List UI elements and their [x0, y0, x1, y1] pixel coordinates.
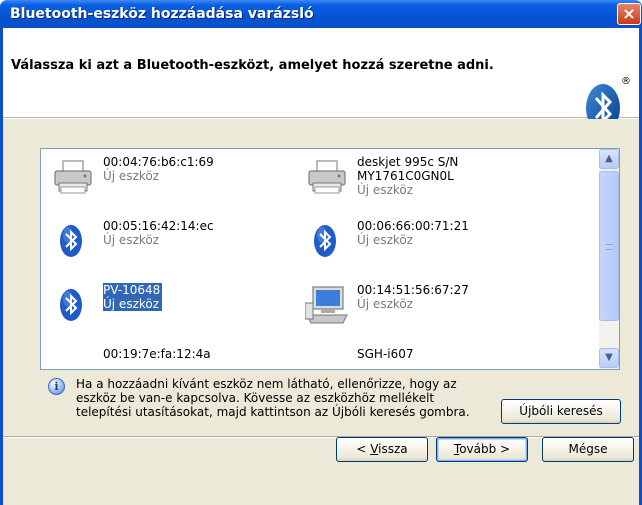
bluetooth-icon — [305, 221, 349, 261]
device-name: 00:05:16:42:14:ec — [103, 219, 214, 233]
device-name: 00:04:76:b6:c1:69 — [103, 155, 214, 169]
device-text: 00:04:76:b6:c1:69 Új eszköz — [103, 155, 214, 183]
device-text: PV-10648 Új eszköz — [103, 283, 163, 311]
next-label-post: ovább > — [459, 442, 511, 456]
device-text: 00:05:16:42:14:ec Új eszköz — [103, 219, 214, 247]
cancel-button[interactable]: Mégse — [542, 437, 634, 462]
page-heading: Válassza ki azt a Bluetooth-eszközt, ame… — [11, 58, 494, 73]
rescan-button[interactable]: Újbóli keresés — [501, 399, 621, 424]
cancel-label: Mégse — [568, 442, 608, 456]
device-text: SGH-i607 — [357, 347, 414, 361]
back-button[interactable]: < Vissza — [336, 437, 428, 462]
device-status: Új eszköz — [103, 233, 160, 247]
info-text: Ha a hozzáadni kívánt eszköz nem látható… — [76, 377, 470, 419]
close-button[interactable]: × — [617, 3, 641, 25]
device-status: Új eszköz — [357, 233, 414, 247]
info-glyph: i — [54, 380, 59, 393]
chevron-up-icon: ▲ — [605, 153, 613, 164]
grip-icon — [606, 244, 613, 250]
bluetooth-icon — [51, 221, 95, 261]
device-status: Új eszköz — [357, 297, 414, 311]
registered-mark: ® — [621, 76, 631, 87]
back-label-pre: < — [356, 442, 371, 456]
device-text: 00:14:51:56:67:27 Új eszköz — [357, 283, 469, 311]
chevron-down-icon: ▼ — [605, 352, 613, 363]
device-status: Új eszköz — [357, 183, 414, 197]
computer-icon — [304, 285, 349, 325]
device-item[interactable]: deskjet 995c S/N MY1761C0GN0L Új eszköz — [301, 153, 556, 207]
device-item[interactable]: 00:04:76:b6:c1:69 Új eszköz — [47, 153, 302, 207]
printer-icon — [51, 157, 95, 197]
device-name: SGH-i607 — [357, 347, 414, 361]
printer-icon — [305, 157, 349, 197]
device-item[interactable]: 00:19:7e:fa:12:4a — [47, 345, 302, 369]
scroll-down-button[interactable]: ▼ — [599, 348, 619, 368]
next-button[interactable]: Tovább > — [436, 437, 528, 462]
device-text: 00:06:66:00:71:21 Új eszköz — [357, 219, 469, 247]
device-item[interactable]: SGH-i607 — [301, 345, 556, 369]
bluetooth-icon — [51, 285, 95, 325]
device-name: PV-10648 — [103, 283, 161, 297]
scroll-up-button[interactable]: ▲ — [599, 149, 619, 169]
rescan-label-post: bóli keresés — [531, 404, 603, 418]
scroll-thumb[interactable] — [599, 171, 619, 321]
phone-icon — [305, 349, 349, 369]
vertical-scrollbar[interactable]: ▲ ▼ — [599, 149, 619, 369]
laptop-icon — [51, 349, 95, 369]
device-name: 00:06:66:00:71:21 — [357, 219, 469, 233]
device-status: Új eszköz — [103, 297, 160, 311]
title-bar: Bluetooth-eszköz hozzáadása varázsló × — [0, 0, 642, 28]
back-label-accel: V — [370, 442, 379, 456]
device-item[interactable]: PV-10648 Új eszköz — [47, 281, 302, 335]
rescan-label-pre: Ú — [519, 404, 529, 418]
device-text: deskjet 995c S/N MY1761C0GN0L Új eszköz — [357, 155, 458, 197]
close-icon: × — [622, 4, 636, 23]
device-item[interactable]: 00:05:16:42:14:ec Új eszköz — [47, 217, 302, 271]
wizard-header: Válassza ki azt a Bluetooth-eszközt, ame… — [3, 28, 639, 132]
device-list[interactable]: 00:04:76:b6:c1:69 Új eszköz deskjet 995c S… — [40, 148, 620, 370]
info-icon: i — [48, 378, 65, 395]
device-status: Új eszköz — [103, 169, 160, 183]
device-name: deskjet 995c S/N MY1761C0GN0L — [357, 155, 459, 183]
device-name: 00:19:7e:fa:12:4a — [103, 347, 211, 361]
device-item[interactable]: 00:14:51:56:67:27 Új eszköz — [301, 281, 556, 335]
window-title: Bluetooth-eszköz hozzáadása varázsló — [10, 6, 314, 22]
device-name: 00:14:51:56:67:27 — [357, 283, 469, 297]
device-text: 00:19:7e:fa:12:4a — [103, 347, 211, 361]
device-item[interactable]: 00:06:66:00:71:21 Új eszköz — [301, 217, 556, 271]
back-label-post: issza — [378, 442, 408, 456]
